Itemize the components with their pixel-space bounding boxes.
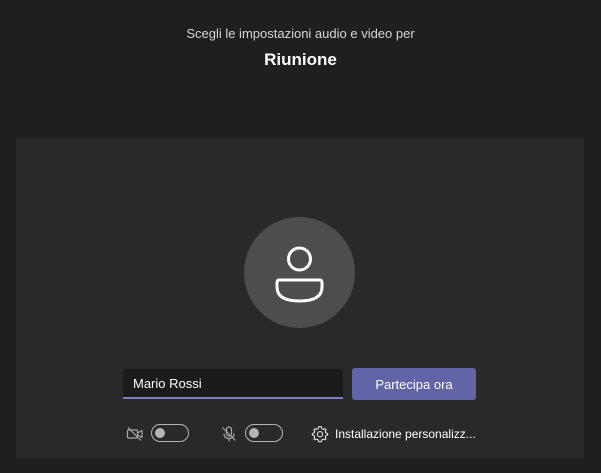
camera-off-icon [126,427,143,441]
person-icon [275,246,324,303]
gear-icon[interactable] [311,425,329,443]
mic-off-icon [222,426,236,442]
avatar [244,217,355,328]
video-toggle-knob [155,427,165,438]
join-now-button[interactable]: Partecipa ora [352,368,476,400]
meeting-title: Riunione [264,50,337,69]
page-subtitle: Scegli le impostazioni audio e video per [186,26,415,41]
custom-setup-link[interactable]: Installazione personalizz... [335,427,476,441]
video-toggle[interactable] [151,424,189,442]
name-input[interactable] [123,369,343,399]
pre-join-screen: Scegli le impostazioni audio e video per… [0,0,601,473]
mic-toggle[interactable] [245,424,283,442]
mic-toggle-knob [249,427,259,438]
